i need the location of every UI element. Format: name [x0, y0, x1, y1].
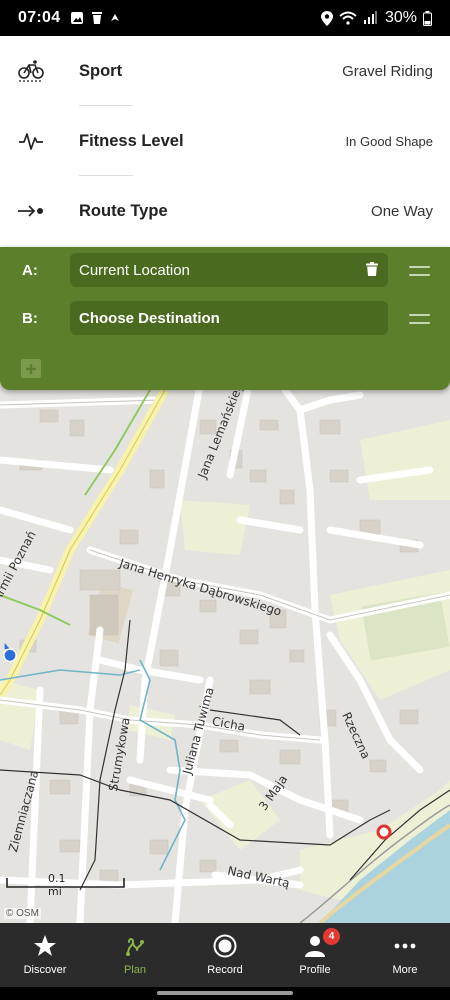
nav-label: Profile: [299, 964, 331, 976]
setting-value: Gravel Riding: [342, 62, 433, 80]
setting-label: Sport: [79, 61, 123, 80]
plus-icon: [26, 363, 36, 374]
location-pin-icon: [320, 10, 333, 26]
nav-discover[interactable]: Discover: [0, 923, 90, 987]
setting-value: One Way: [371, 202, 433, 220]
star-icon: [33, 933, 57, 959]
nav-label: Discover: [23, 964, 67, 976]
battery-percent: 30%: [384, 9, 417, 26]
waypoint-b-field[interactable]: Choose Destination: [70, 301, 388, 335]
nav-more[interactable]: More: [360, 923, 450, 987]
setting-label: Fitness Level: [79, 131, 184, 150]
drag-handle-icon[interactable]: [409, 314, 430, 330]
nav-profile[interactable]: 4 Profile: [270, 923, 360, 987]
setting-route-type[interactable]: Route Type One Way: [0, 176, 450, 246]
setting-sport[interactable]: Sport Gravel Riding: [0, 36, 450, 106]
delete-waypoint-icon[interactable]: [366, 262, 378, 280]
image-icon: [71, 12, 84, 24]
drag-handle-icon[interactable]: [409, 266, 430, 282]
navigation-arrow-icon: [111, 14, 120, 21]
waypoint-b: B: Choose Destination: [0, 301, 450, 337]
fitness-pulse-icon: [17, 127, 45, 155]
status-bar: 07:04 30%: [0, 0, 450, 36]
one-way-arrow-icon: [17, 197, 45, 225]
nav-label: Plan: [123, 964, 147, 976]
route-planner-panel: A: Current Location B: Choose Destinatio…: [0, 247, 450, 390]
record-icon: [213, 933, 237, 959]
route-settings-panel: Sport Gravel Riding Fitness Level In Goo…: [0, 36, 450, 247]
current-location-icon: [3, 643, 17, 663]
add-waypoint-button[interactable]: [21, 359, 41, 378]
notification-badge: 4: [323, 928, 340, 945]
route-plan-icon: [123, 933, 147, 959]
gesture-bar: [0, 987, 450, 1000]
osm-attribution[interactable]: © OSM: [4, 908, 41, 919]
waypoint-a: A: Current Location: [0, 253, 450, 289]
waypoint-a-label: A:: [22, 262, 38, 279]
nav-plan[interactable]: Plan: [90, 923, 180, 987]
scale-text: 0.1 mi: [48, 872, 66, 898]
home-indicator[interactable]: [157, 991, 293, 995]
battery-icon: [423, 10, 432, 26]
setting-fitness-level[interactable]: Fitness Level In Good Shape: [0, 106, 450, 176]
setting-label: Route Type: [79, 201, 168, 220]
more-dots-icon: [393, 933, 417, 959]
wifi-icon: [339, 11, 357, 25]
nav-label: Record: [207, 964, 243, 976]
status-time: 07:04: [18, 9, 61, 26]
waypoint-a-value: Current Location: [79, 261, 190, 279]
gravel-bike-icon: [17, 57, 45, 85]
bottom-navigation: Discover Plan Record 4 Profile More: [0, 923, 450, 987]
map-view[interactable]: Armii Poznań Jana Lemańskiego Jana Henry…: [0, 380, 450, 923]
nav-label: More: [392, 964, 418, 976]
nav-record[interactable]: Record: [180, 923, 270, 987]
waypoint-b-value: Choose Destination: [79, 309, 220, 327]
waypoint-b-label: B:: [22, 310, 38, 327]
signal-icon: [363, 11, 377, 24]
trash-notification-icon: [92, 12, 103, 24]
map-canvas: [0, 380, 450, 923]
setting-value: In Good Shape: [345, 133, 433, 149]
waypoint-a-field[interactable]: Current Location: [70, 253, 388, 287]
profile-icon: 4: [303, 928, 340, 959]
